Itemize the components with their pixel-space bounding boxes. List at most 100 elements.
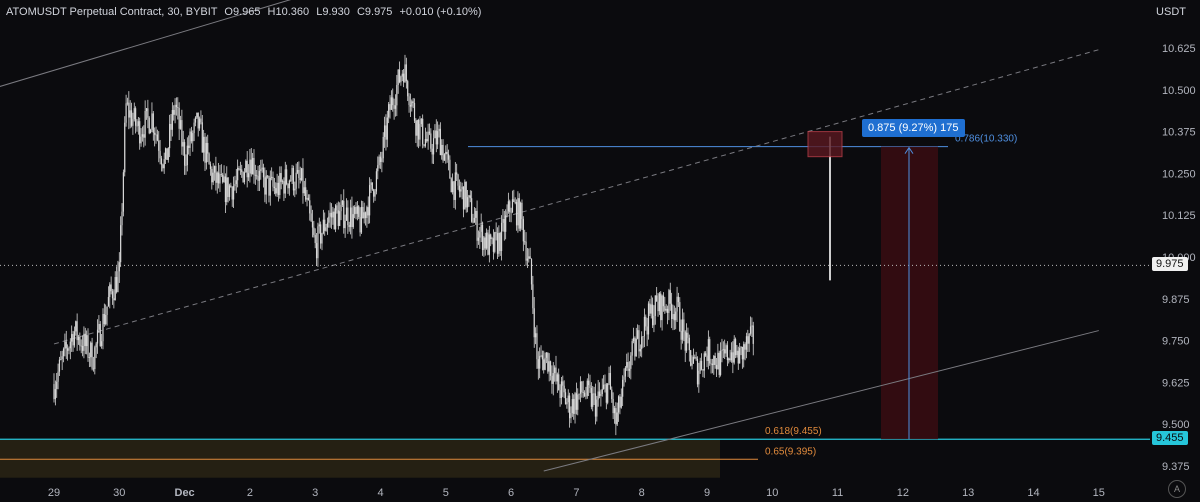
candle-body: [714, 355, 716, 365]
candle-body: [570, 413, 572, 419]
candle-body: [223, 176, 225, 183]
candle-body: [340, 204, 342, 212]
candle-body: [479, 231, 481, 238]
candle-body: [417, 120, 420, 140]
candle-body: [609, 372, 612, 390]
candle-body: [235, 180, 237, 185]
candle-body: [287, 183, 289, 189]
candle-body: [262, 167, 265, 178]
candle-body: [403, 73, 405, 83]
candle-body: [324, 219, 326, 231]
candle-body: [607, 383, 609, 403]
candle-body: [471, 198, 473, 222]
candle-body: [253, 157, 255, 175]
x-tick-label: Dec: [175, 487, 195, 499]
candle-body: [351, 207, 353, 227]
candle-body: [703, 353, 705, 371]
candle-body: [315, 243, 318, 259]
candle-body: [94, 347, 96, 370]
candle-body: [657, 301, 659, 312]
x-tick-label: 15: [1093, 487, 1105, 499]
candle-body: [713, 355, 715, 365]
candle-body: [398, 69, 401, 83]
candle-body: [454, 172, 456, 200]
candle-body: [252, 157, 254, 175]
candle-body: [736, 350, 738, 356]
candle-body: [533, 308, 535, 338]
x-tick-label: 4: [377, 487, 383, 499]
candle-body: [642, 336, 644, 338]
candle-body: [594, 393, 597, 417]
candle-body: [559, 390, 561, 399]
candle-body: [624, 367, 626, 377]
candle-body: [364, 212, 367, 219]
price-chart[interactable]: 0.786(10.330)0.618(9.455)0.65(9.395) 10.…: [0, 0, 1200, 502]
candle-body: [707, 339, 709, 361]
candle-body: [483, 237, 485, 251]
candle-body: [335, 205, 337, 230]
candle-body: [513, 199, 515, 203]
candle-body: [77, 336, 80, 341]
candle-body: [366, 207, 368, 219]
candle-body: [249, 159, 251, 174]
candle-body: [469, 195, 471, 199]
candle-body: [423, 144, 425, 146]
candle-body: [159, 150, 161, 159]
candle-body: [109, 284, 111, 298]
x-tick-label: 3: [312, 487, 318, 499]
candle-body: [601, 388, 603, 395]
candle-body: [277, 182, 280, 195]
candle-body: [57, 371, 59, 382]
candle-body: [149, 129, 152, 134]
candle-body: [374, 191, 376, 197]
candle-body: [724, 349, 726, 354]
measure-label[interactable]: 0.875 (9.27%) 175: [862, 118, 965, 137]
candle-body: [605, 384, 607, 403]
candle-body: [745, 336, 748, 350]
candle-body: [208, 153, 210, 165]
candle-body: [137, 121, 139, 126]
candle-body: [492, 238, 495, 252]
currency-label[interactable]: USDT: [1156, 6, 1186, 18]
candle-body: [443, 154, 446, 161]
candle-body: [337, 210, 339, 226]
candle-body: [388, 104, 390, 118]
candle-body: [720, 351, 722, 375]
candle-body: [126, 102, 129, 104]
candle-body: [299, 178, 301, 181]
candle-body: [555, 367, 557, 382]
candle-body: [310, 213, 312, 222]
candle-body: [125, 103, 127, 123]
candle-body: [422, 118, 424, 145]
candle-body: [203, 136, 205, 153]
candle-body: [741, 346, 743, 360]
candle-body: [377, 165, 379, 172]
auto-scale-button[interactable]: A: [1168, 480, 1186, 498]
candle-body: [341, 200, 344, 205]
candle-body: [189, 131, 191, 148]
candle-body: [541, 355, 543, 360]
candle-body: [668, 290, 670, 313]
candle-body: [110, 284, 112, 292]
candle-body: [449, 159, 451, 179]
candle-body: [498, 232, 500, 254]
candle-body: [747, 336, 749, 344]
candle-body: [481, 224, 484, 251]
candle-body: [590, 387, 592, 407]
candle-body: [174, 104, 176, 115]
candle-body: [200, 118, 202, 123]
candle-body: [551, 375, 553, 384]
candle-body: [291, 168, 293, 181]
candle-body: [325, 227, 327, 231]
candle-body: [156, 134, 158, 141]
candle-body: [651, 304, 654, 326]
candle-body: [141, 134, 144, 137]
candle-body: [574, 393, 576, 414]
candle-body: [232, 186, 235, 200]
candle-body: [275, 188, 277, 194]
candle-body: [106, 306, 108, 315]
candle-body: [514, 202, 516, 203]
candle-body: [416, 120, 418, 136]
candle-body: [135, 108, 137, 126]
candle-body: [597, 391, 599, 400]
